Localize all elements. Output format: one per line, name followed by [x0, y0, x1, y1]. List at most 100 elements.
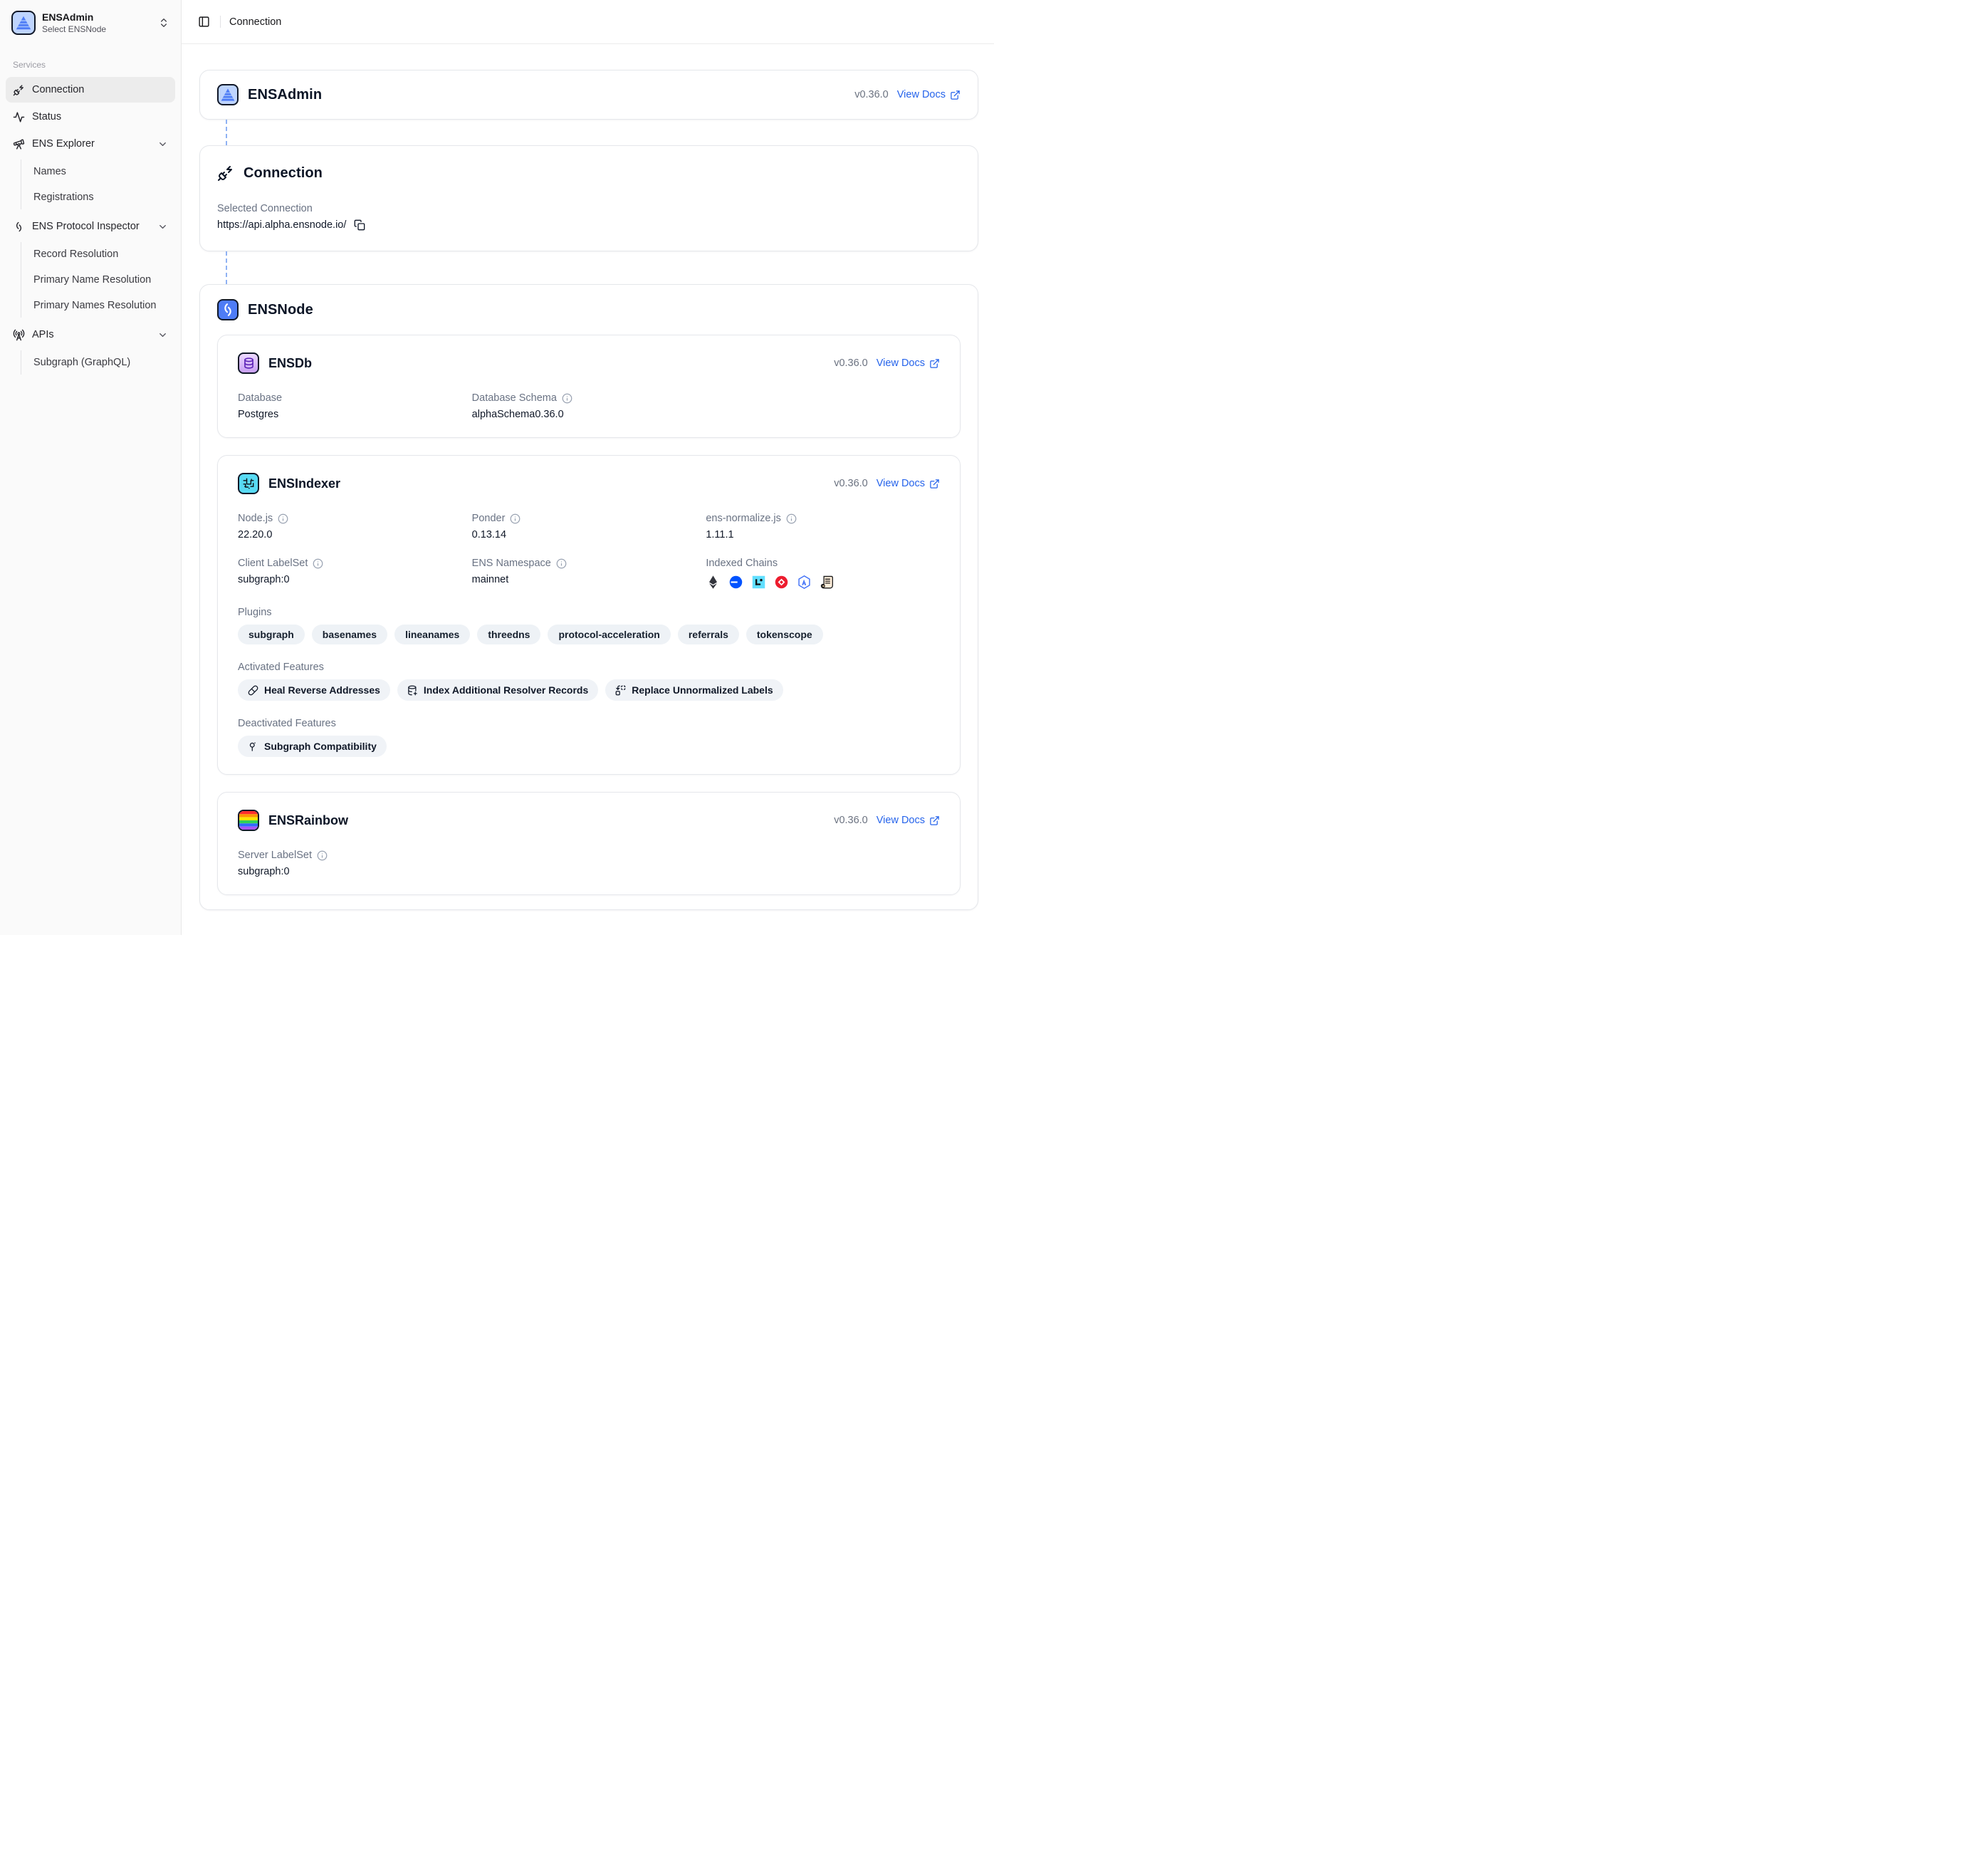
- copy-url-button[interactable]: [354, 219, 365, 231]
- ensindexer-card-title: ENSIndexer: [268, 476, 340, 491]
- external-link-icon: [929, 815, 940, 826]
- database-schema-field: Database Schema alphaSchema0.36.0: [472, 392, 706, 420]
- database-value: Postgres: [238, 409, 472, 420]
- scroll-chain-icon: [820, 575, 835, 590]
- indexed-chains-list: [706, 575, 940, 590]
- selected-connection-label: Selected Connection: [217, 203, 961, 214]
- telescope-icon: [13, 138, 25, 150]
- ensindexer-view-docs-link[interactable]: View Docs: [877, 478, 940, 489]
- sidebar-item-ens-explorer[interactable]: ENS Explorer: [6, 131, 175, 157]
- plugin-badge: tokenscope: [746, 625, 823, 644]
- client-labelset-value: subgraph:0: [238, 574, 472, 585]
- info-icon[interactable]: [317, 850, 328, 861]
- ensdb-view-docs-link[interactable]: View Docs: [877, 357, 940, 369]
- sidebar-item-label: Record Resolution: [33, 249, 118, 260]
- activated-features-list: Heal Reverse Addresses Index Additional …: [238, 679, 940, 701]
- database-schema-value: alphaSchema0.36.0: [472, 409, 706, 420]
- connection-card-title: Connection: [244, 165, 323, 182]
- ensrainbow-card: ENSRainbow v0.36.0 View Docs Server Labe…: [217, 792, 961, 895]
- sidebar-item-status[interactable]: Status: [6, 104, 175, 130]
- external-link-icon: [950, 90, 961, 100]
- sidebar-item-apis[interactable]: APIs: [6, 322, 175, 348]
- ensdb-card: ENSDb v0.36.0 View Docs Database Postgre…: [217, 335, 961, 438]
- view-docs-label: View Docs: [877, 815, 925, 826]
- page-content: ENSAdmin v0.36.0 View Docs Connection Se…: [182, 44, 994, 910]
- ensrainbow-view-docs-link[interactable]: View Docs: [877, 815, 940, 826]
- sidebar-item-label: APIs: [32, 329, 150, 340]
- chevrons-up-down-icon: [158, 17, 169, 28]
- apis-subnav: Subgraph (GraphQL): [21, 350, 175, 375]
- feature-label: Subgraph Compatibility: [264, 741, 377, 752]
- indexed-chains-label: Indexed Chains: [706, 558, 778, 569]
- ens-namespace-field: ENS Namespace mainnet: [472, 558, 706, 590]
- sidebar-item-connection[interactable]: Connection: [6, 77, 175, 103]
- sidebar-toggle-button[interactable]: [193, 11, 214, 33]
- plugin-badge: lineanames: [394, 625, 470, 644]
- ens-mark-icon: [13, 221, 25, 233]
- chevron-down-icon: [157, 139, 168, 150]
- info-icon[interactable]: [278, 513, 288, 524]
- ensadmin-app-icon: [217, 84, 239, 105]
- panel-left-icon: [198, 16, 210, 28]
- page-header: Connection: [182, 0, 994, 44]
- ensadmin-view-docs-link[interactable]: View Docs: [897, 89, 961, 100]
- connection-card: Connection Selected Connection https://a…: [199, 145, 978, 251]
- ens-protocol-inspector-subnav: Record Resolution Primary Name Resolutio…: [21, 242, 175, 318]
- ensnode-switcher[interactable]: ENSAdmin Select ENSNode: [6, 6, 175, 40]
- sidebar-item-subgraph-graphql[interactable]: Subgraph (GraphQL): [28, 350, 175, 375]
- plugin-badge: protocol-acceleration: [548, 625, 670, 644]
- app-subtitle: Select ENSNode: [42, 24, 152, 34]
- linea-chain-icon: [751, 575, 766, 590]
- ensdb-card-title: ENSDb: [268, 356, 312, 371]
- info-icon[interactable]: [556, 558, 567, 569]
- main-area: Connection ENSAdmin v0.36.0: [182, 0, 994, 935]
- ponder-value: 0.13.14: [472, 529, 706, 540]
- sidebar: ENSAdmin Select ENSNode Services Connect…: [0, 0, 182, 935]
- plugins-label: Plugins: [238, 607, 940, 618]
- sidebar-item-primary-name-resolution[interactable]: Primary Name Resolution: [28, 268, 175, 292]
- ensnode-card: ENSNode ENSDb v0.36.0 View Docs: [199, 284, 978, 910]
- info-icon[interactable]: [562, 393, 572, 404]
- ensrainbow-card-title: ENSRainbow: [268, 813, 348, 828]
- sidebar-item-names[interactable]: Names: [28, 160, 175, 184]
- base-chain-icon: [728, 575, 743, 590]
- plugin-badge: subgraph: [238, 625, 305, 644]
- feature-badge: Index Additional Resolver Records: [397, 679, 598, 701]
- ensadmin-logo: [11, 11, 36, 35]
- indexed-chains-field: Indexed Chains: [706, 558, 940, 590]
- plugins-list: subgraph basenames lineanames threedns p…: [238, 625, 940, 644]
- info-icon[interactable]: [313, 558, 323, 569]
- sidebar-item-label: Names: [33, 166, 66, 177]
- view-docs-label: View Docs: [897, 89, 946, 100]
- radio-tower-icon: [13, 329, 25, 341]
- ponder-field: Ponder 0.13.14: [472, 513, 706, 540]
- sidebar-item-ens-protocol-inspector[interactable]: ENS Protocol Inspector: [6, 214, 175, 239]
- chevron-down-icon: [157, 221, 168, 232]
- ponder-label: Ponder: [472, 513, 506, 524]
- sidebar-item-label: Subgraph (GraphQL): [33, 357, 130, 368]
- connector-line: [226, 251, 227, 284]
- connection-url: https://api.alpha.ensnode.io/: [217, 219, 346, 231]
- database-label: Database: [238, 392, 472, 404]
- feature-badge: Replace Unnormalized Labels: [605, 679, 783, 701]
- client-labelset-label: Client LabelSet: [238, 558, 308, 569]
- pill-icon: [248, 685, 258, 696]
- info-icon[interactable]: [510, 513, 520, 524]
- info-icon[interactable]: [786, 513, 797, 524]
- plugin-badge: basenames: [312, 625, 387, 644]
- deactivated-features-list: Subgraph Compatibility: [238, 736, 940, 757]
- server-labelset-value: subgraph:0: [238, 866, 940, 877]
- ensnode-app-icon: [217, 299, 239, 320]
- ensadmin-card-title: ENSAdmin: [248, 87, 322, 103]
- server-labelset-label: Server LabelSet: [238, 850, 312, 861]
- ens-namespace-value: mainnet: [472, 574, 706, 585]
- ensindexer-card: ENSIndexer v0.36.0 View Docs Node.js: [217, 455, 961, 775]
- sidebar-item-primary-names-resolution[interactable]: Primary Names Resolution: [28, 293, 175, 318]
- sidebar-item-label: Primary Name Resolution: [33, 274, 151, 286]
- ethereum-chain-icon: [706, 575, 721, 590]
- nodejs-label: Node.js: [238, 513, 273, 524]
- sidebar-item-record-resolution[interactable]: Record Resolution: [28, 242, 175, 266]
- ensindexer-app-icon: [238, 473, 259, 494]
- app-name: ENSAdmin: [42, 11, 152, 23]
- sidebar-item-registrations[interactable]: Registrations: [28, 185, 175, 209]
